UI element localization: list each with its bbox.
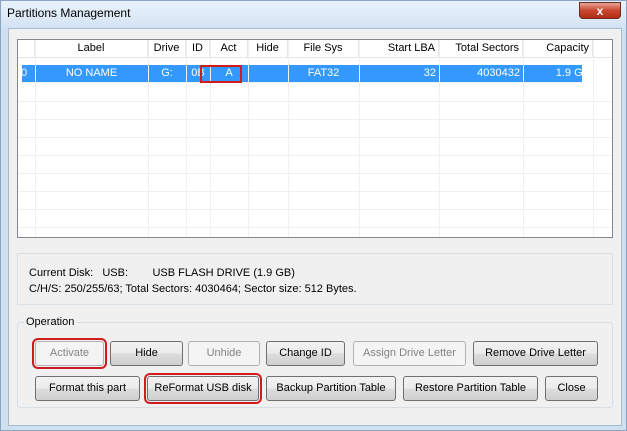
- unhide-button[interactable]: Unhide: [188, 341, 260, 366]
- column-divider: [439, 40, 440, 237]
- column-header-hide[interactable]: Hide: [248, 40, 288, 58]
- disk-info-panel: Current Disk: USB: USB FLASH DRIVE (1.9 …: [17, 253, 613, 305]
- current-disk-text: Current Disk: USB: USB FLASH DRIVE (1.9 …: [29, 267, 295, 279]
- column-divider: [148, 40, 149, 237]
- column-header-index[interactable]: [18, 40, 35, 58]
- window-close-button[interactable]: x: [579, 2, 621, 19]
- column-header-capacity[interactable]: Capacity: [523, 40, 593, 58]
- title-bar: Partitions Management x: [1, 1, 626, 28]
- column-header-drive[interactable]: Drive: [148, 40, 186, 58]
- partitions-dialog: Partitions Management x Label Drive ID A…: [0, 0, 627, 431]
- column-header-filesys[interactable]: File Sys: [288, 40, 359, 58]
- remove-drive-letter-button[interactable]: Remove Drive Letter: [473, 341, 598, 366]
- column-divider: [593, 40, 594, 237]
- cell-start-lba: 32: [423, 67, 436, 79]
- column-header-id[interactable]: ID: [186, 40, 210, 58]
- cell-filesys: FAT32: [307, 67, 340, 79]
- column-divider: [248, 40, 249, 237]
- dialog-body: Label Drive ID Act Hide File Sys Start L…: [8, 28, 622, 426]
- column-header-start-lba[interactable]: Start LBA: [359, 40, 439, 58]
- chs-info-text: C/H/S: 250/255/63; Total Sectors: 403046…: [29, 283, 357, 295]
- cell-total-sectors: 4030432: [477, 67, 520, 79]
- cell-label: NO NAME: [65, 67, 118, 79]
- cell-drive: G:: [161, 67, 173, 79]
- act-cell-highlight: [200, 65, 242, 83]
- change-id-button[interactable]: Change ID: [266, 341, 345, 366]
- column-divider: [35, 40, 36, 237]
- column-header-total-sectors[interactable]: Total Sectors: [439, 40, 523, 58]
- column-header-label[interactable]: Label: [35, 40, 148, 58]
- close-button[interactable]: Close: [545, 376, 598, 401]
- cell-capacity: 1.9 GB: [555, 67, 590, 79]
- column-divider: [186, 40, 187, 237]
- column-divider: [288, 40, 289, 237]
- table-row[interactable]: 0 NO NAME G: 0B A FAT32 32 4030432 1.9 G…: [21, 65, 590, 83]
- activate-button[interactable]: Activate: [32, 338, 107, 369]
- window-title: Partitions Management: [7, 6, 131, 20]
- cell-index: 0: [21, 67, 28, 79]
- partition-table[interactable]: Label Drive ID Act Hide File Sys Start L…: [17, 39, 613, 238]
- backup-partition-table-button[interactable]: Backup Partition Table: [266, 376, 396, 401]
- format-part-button[interactable]: Format this part: [35, 376, 140, 401]
- reformat-usb-button[interactable]: ReFormat USB disk: [144, 373, 262, 404]
- hide-button[interactable]: Hide: [110, 341, 183, 366]
- cell-hide: [248, 65, 288, 83]
- operation-group-title: Operation: [24, 316, 77, 328]
- assign-drive-letter-button[interactable]: Assign Drive Letter: [353, 341, 466, 366]
- column-header-act[interactable]: Act: [210, 40, 248, 58]
- restore-partition-table-button[interactable]: Restore Partition Table: [403, 376, 538, 401]
- column-divider: [523, 40, 524, 237]
- column-divider: [359, 40, 360, 237]
